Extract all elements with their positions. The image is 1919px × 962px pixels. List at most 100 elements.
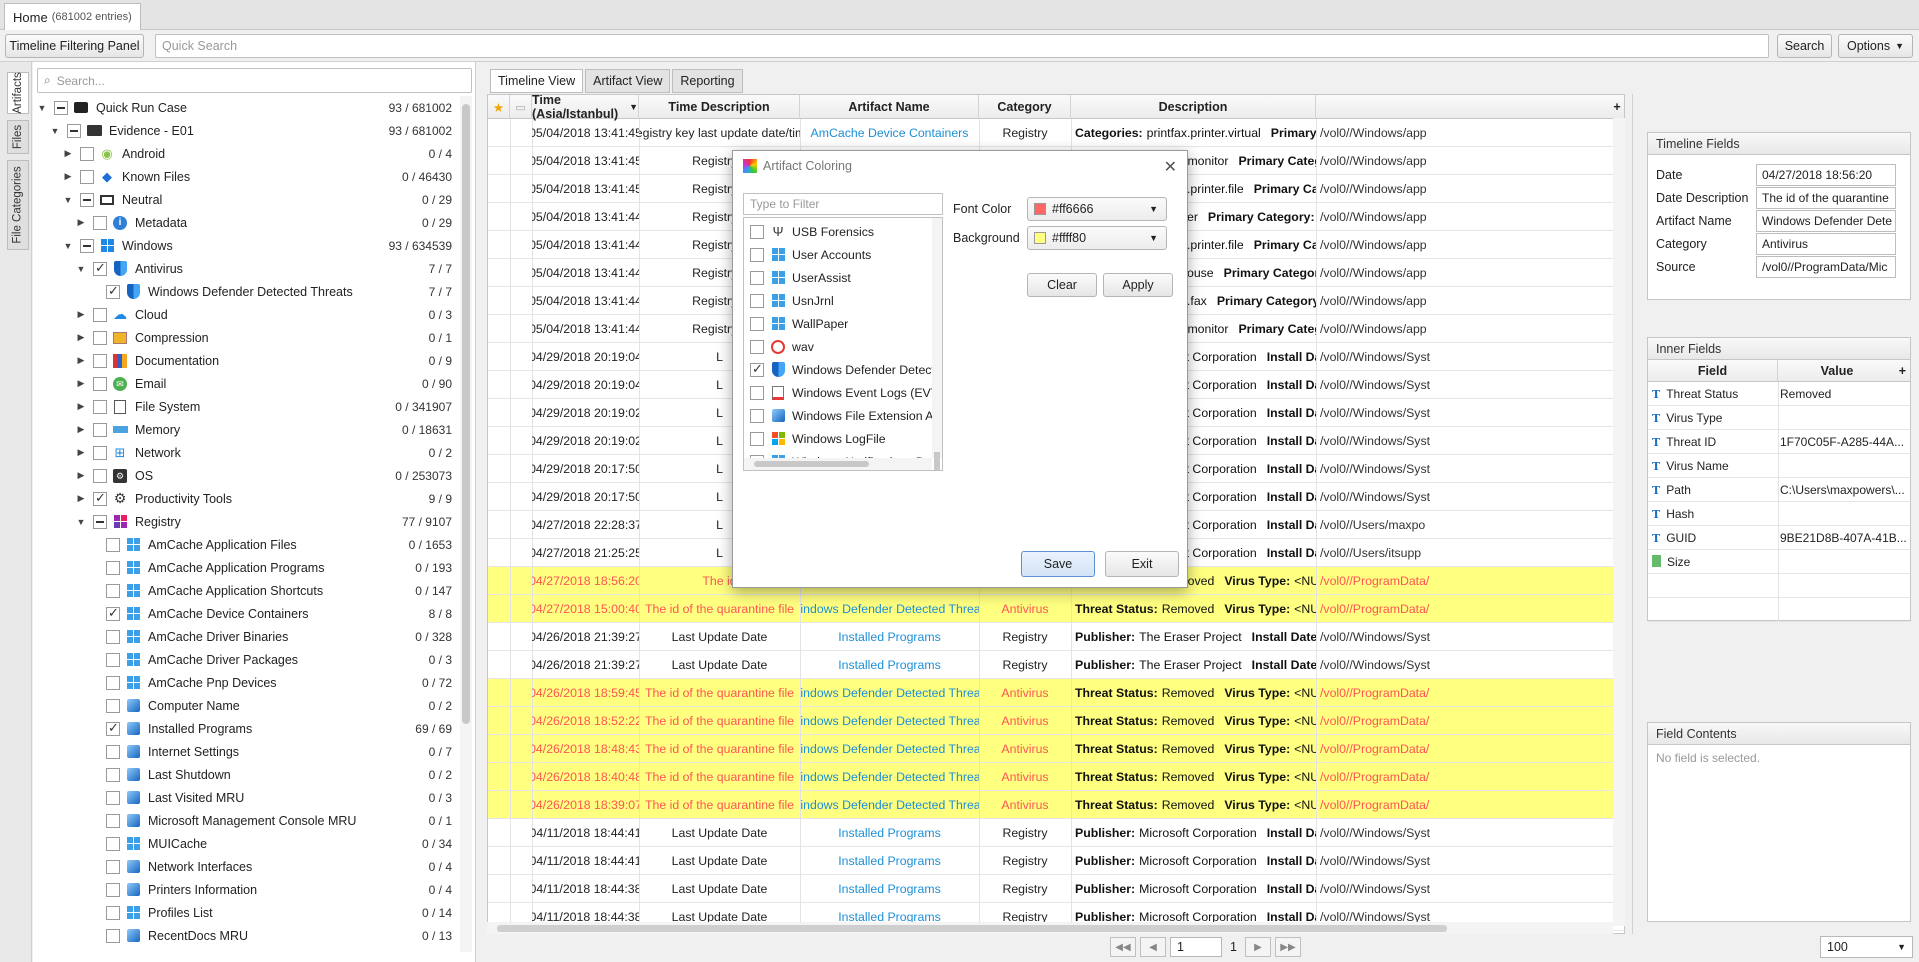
tree-item-checkbox[interactable]	[54, 100, 68, 115]
tree-item[interactable]: AmCache Driver Binaries 0 / 328	[36, 625, 456, 648]
chevron-right-icon[interactable]: ▶	[75, 470, 87, 481]
table-row[interactable]: 04/26/2018 18:52:22 The id of the quarant…	[488, 707, 1624, 735]
table-row[interactable]: 04/26/2018 21:39:27 Last Update Date Insta…	[488, 651, 1624, 679]
artifact-color-item[interactable]: Ψ USB Forensics	[744, 220, 932, 243]
tree-item[interactable]: RecentDocs MRU 0 / 13	[36, 924, 456, 947]
tree-item-checkbox[interactable]	[106, 859, 120, 874]
artifact-color-item[interactable]: User Accounts	[744, 243, 932, 266]
tree-item-checkbox[interactable]	[93, 260, 107, 276]
chevron-right-icon[interactable]: ▶	[75, 424, 87, 435]
row-artifact-link[interactable]: AmCache Device Containers	[800, 119, 979, 147]
row-artifact-link[interactable]: Windows Defender Detected Threats	[800, 679, 979, 707]
tree-item[interactable]: Windows Defender Detected Threats 7 / 7	[36, 280, 456, 303]
exit-button[interactable]: Exit	[1105, 551, 1179, 577]
next-page-button[interactable]: ▶	[1244, 937, 1271, 957]
artifact-color-checkbox[interactable]	[750, 224, 764, 239]
chevron-right-icon[interactable]: ▶	[75, 378, 87, 389]
chevron-down-icon[interactable]: ▼	[62, 195, 74, 205]
table-row[interactable]: 04/26/2018 21:39:27 Last Update Date Insta…	[488, 623, 1624, 651]
chevron-right-icon[interactable]: ▶	[62, 148, 74, 159]
table-row[interactable]: 04/11/2018 18:44:41 Last Update Date Insta…	[488, 847, 1624, 875]
inner-field-row[interactable]: T Virus Name	[1648, 454, 1910, 478]
tree-item-checkbox[interactable]	[80, 146, 94, 161]
artifact-color-checkbox[interactable]	[750, 270, 764, 285]
background-color-picker[interactable]: #ffff80 ▼	[1027, 226, 1167, 250]
tree-item-checkbox[interactable]	[106, 767, 120, 782]
grid-hscroll-thumb[interactable]	[497, 925, 1447, 932]
tree-item[interactable]: ▼ Windows 93 / 634539	[36, 234, 456, 257]
time-description-column-header[interactable]: Time Description	[639, 95, 800, 119]
tab-reporting[interactable]: Reporting	[672, 69, 743, 93]
tree-item[interactable]: AmCache Application Programs 0 / 193	[36, 556, 456, 579]
chevron-down-icon[interactable]: ▼	[75, 264, 87, 274]
tab-timeline-view[interactable]: Timeline View	[490, 69, 584, 93]
artifact-name-column-header[interactable]: Artifact Name	[800, 95, 979, 119]
tree-item-checkbox[interactable]	[106, 813, 120, 828]
tree-item-checkbox[interactable]	[93, 514, 107, 529]
artifact-color-checkbox[interactable]	[750, 316, 764, 331]
options-button[interactable]: Options ▼	[1838, 34, 1913, 58]
chevron-right-icon[interactable]: ▶	[75, 447, 87, 458]
tree-item[interactable]: ▶ Memory 0 / 18631	[36, 418, 456, 441]
table-row[interactable]: 04/11/2018 18:44:41 Last Update Date Insta…	[488, 819, 1624, 847]
table-row[interactable]: 04/27/2018 15:00:40 The id of the quarant…	[488, 595, 1624, 623]
page-number-input[interactable]: 1	[1170, 937, 1222, 957]
source-column-header[interactable]	[1316, 95, 1410, 119]
category-column-header[interactable]: Category	[979, 95, 1071, 119]
row-artifact-link[interactable]: Windows Defender Detected Threats	[800, 707, 979, 735]
search-button[interactable]: Search	[1777, 34, 1832, 58]
chevron-right-icon[interactable]: ▶	[62, 171, 74, 182]
field-column-header[interactable]: Field	[1648, 360, 1778, 382]
tree-item[interactable]: Printers Information 0 / 4	[36, 878, 456, 901]
table-row[interactable]: 04/26/2018 18:48:43 The id of the quarant…	[488, 735, 1624, 763]
tab-artifact-view[interactable]: Artifact View	[585, 69, 671, 93]
tree-scrollbar[interactable]	[460, 96, 472, 952]
tree-item[interactable]: ▼ Antivirus 7 / 7	[36, 257, 456, 280]
tree-item[interactable]: ▶ ⚙ Productivity Tools 9 / 9	[36, 487, 456, 510]
tree-item[interactable]: Profiles List 0 / 14	[36, 901, 456, 924]
table-row[interactable]: 04/26/2018 18:59:45 The id of the quarant…	[488, 679, 1624, 707]
timeline-field-value[interactable]: Windows Defender Dete	[1756, 210, 1896, 232]
artifact-color-item[interactable]: Windows File Extension As	[744, 404, 932, 427]
tree-item[interactable]: ▶ ✉ Email 0 / 90	[36, 372, 456, 395]
star-column-header[interactable]: ★	[488, 95, 510, 119]
list-vscroll-thumb[interactable]	[934, 452, 940, 470]
tree-item-checkbox[interactable]	[80, 238, 94, 253]
clear-button[interactable]: Clear	[1027, 273, 1097, 297]
dialog-titlebar[interactable]: Artifact Coloring	[733, 151, 1187, 181]
artifact-color-item[interactable]: Windows Defender Detect	[744, 358, 932, 381]
chevron-right-icon[interactable]: ▶	[75, 332, 87, 343]
inner-field-row[interactable]: T GUID 9BE21D8B-407A-41B...	[1648, 526, 1910, 550]
tree-item[interactable]: AmCache Application Files 0 / 1653	[36, 533, 456, 556]
chevron-right-icon[interactable]: ▶	[75, 309, 87, 320]
artifact-color-checkbox[interactable]	[750, 431, 764, 446]
inner-field-row[interactable]: T Hash	[1648, 502, 1910, 526]
tree-item[interactable]: ▼ Evidence - E01 93 / 681002	[36, 119, 456, 142]
timeline-field-value[interactable]: The id of the quarantine	[1756, 187, 1896, 209]
tree-item[interactable]: Computer Name 0 / 2	[36, 694, 456, 717]
tree-item-checkbox[interactable]	[80, 169, 94, 184]
tree-item[interactable]: Installed Programs 69 / 69	[36, 717, 456, 740]
tree-item-checkbox[interactable]	[106, 675, 120, 690]
chevron-right-icon[interactable]: ▶	[75, 493, 87, 504]
tree-item[interactable]: ▶ i Metadata 0 / 29	[36, 211, 456, 234]
inner-field-row[interactable]: T Threat ID 1F70C05F-A285-44A...	[1648, 430, 1910, 454]
tree-item-checkbox[interactable]	[93, 353, 107, 368]
last-page-button[interactable]: ▶▶	[1274, 937, 1301, 957]
home-tab[interactable]: Home (681002 entries)	[4, 3, 141, 30]
table-row[interactable]: 04/26/2018 18:39:07 The id of the quarant…	[488, 791, 1624, 819]
timeline-field-value[interactable]: /vol0//ProgramData/Mic	[1756, 256, 1896, 278]
chevron-right-icon[interactable]: ▶	[75, 355, 87, 366]
tree-item-checkbox[interactable]	[93, 330, 107, 345]
tree-item-checkbox[interactable]	[106, 652, 120, 667]
inner-field-row[interactable]: Size	[1648, 550, 1910, 574]
tree-item[interactable]: Microsoft Management Console MRU 0 / 1	[36, 809, 456, 832]
tree-item[interactable]: ▶ Documentation 0 / 9	[36, 349, 456, 372]
artifact-filter-input[interactable]: Type to Filter	[743, 193, 943, 215]
tree-item[interactable]: Internet Settings 0 / 7	[36, 740, 456, 763]
artifact-color-checkbox[interactable]	[750, 247, 764, 262]
tree-item[interactable]: ▶ ⚙ OS 0 / 253073	[36, 464, 456, 487]
vtab-files[interactable]: Files	[7, 120, 29, 154]
tree-item[interactable]: Last Shutdown 0 / 2	[36, 763, 456, 786]
tree-item-checkbox[interactable]	[106, 560, 120, 575]
